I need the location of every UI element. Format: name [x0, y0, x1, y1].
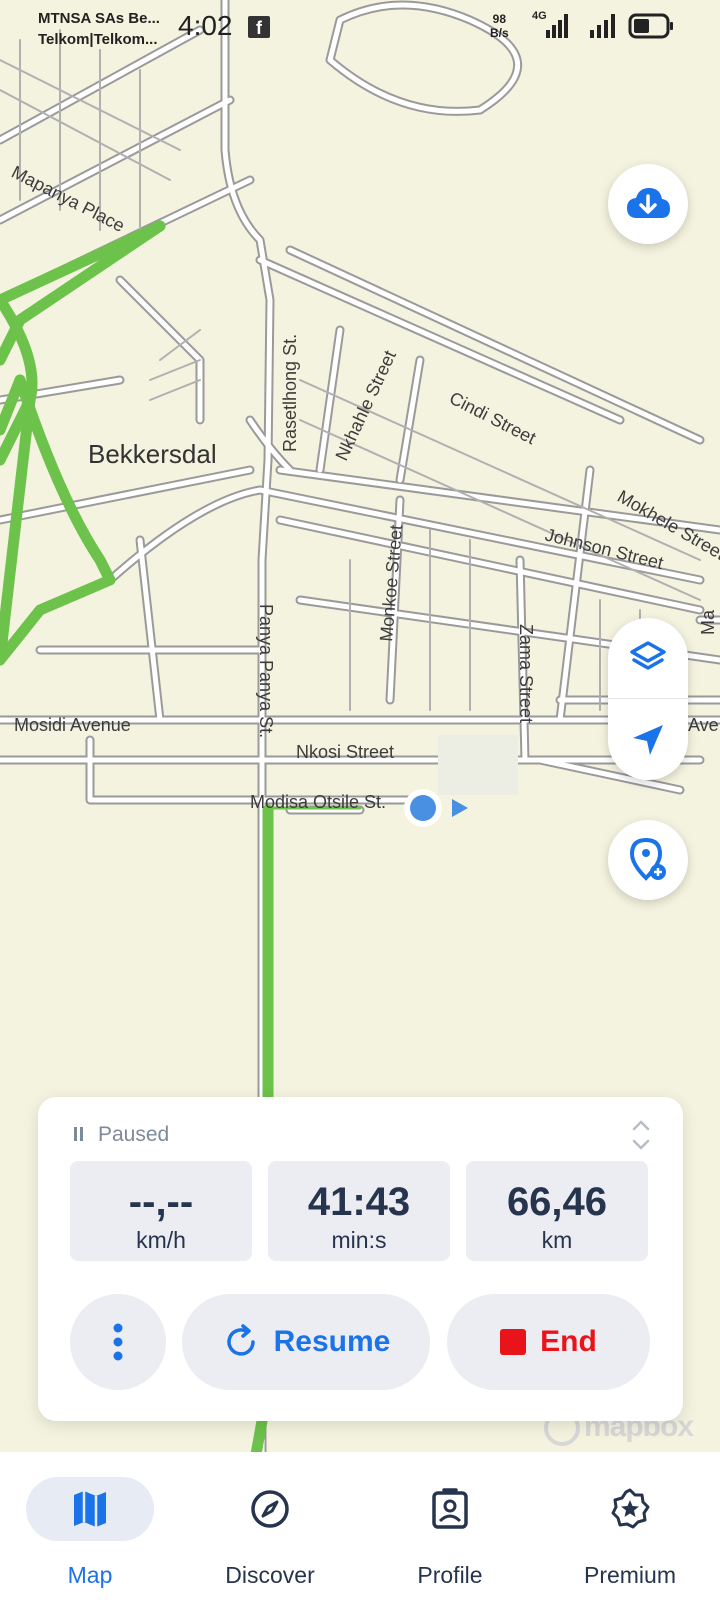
carrier-info: MTNSA SAs Be... Telkom|Telkom... — [38, 8, 160, 50]
map-label-street-8: Panya Panya St. — [256, 604, 276, 738]
add-poi-button[interactable] — [608, 820, 688, 900]
network-speed-unit: B/s — [490, 26, 509, 40]
map-control-stack — [608, 618, 688, 780]
network-speed: 98 B/s — [490, 12, 509, 40]
clock: 4:02 — [178, 10, 233, 41]
nav-label-map: Map — [67, 1562, 113, 1588]
map-label-street-9: Zama Street — [516, 624, 536, 723]
map-label-street-12: Nkosi Street — [296, 742, 394, 762]
map-icon — [74, 1491, 106, 1527]
nav-label-premium: Premium — [583, 1562, 676, 1588]
duration-value: 41:43 — [307, 1180, 411, 1224]
map-label-street-10: Mosidi Avenue — [14, 715, 131, 735]
profile-badge-icon — [432, 1488, 468, 1529]
control-divider — [608, 698, 688, 699]
distance-unit: km — [541, 1227, 573, 1253]
nav-item-discover[interactable]: Discover — [180, 1452, 360, 1612]
nav-label-profile: Profile — [417, 1562, 483, 1588]
nav-item-map[interactable]: Map — [0, 1452, 180, 1612]
pause-status-icon — [74, 1127, 84, 1141]
layers-button[interactable] — [608, 618, 688, 698]
stop-icon — [500, 1329, 527, 1355]
carrier-line-2: Telkom|Telkom... — [38, 31, 158, 48]
more-vertical-icon — [113, 1323, 123, 1361]
bottom-navigation: Map Discover Profile Premium — [0, 1452, 720, 1612]
nav-item-premium[interactable]: Premium — [540, 1452, 720, 1612]
duration-stat: 41:43 min:s — [268, 1161, 450, 1261]
more-options-button[interactable] — [70, 1294, 166, 1390]
speed-value: --,-- — [128, 1180, 194, 1224]
map-label-town: Bekkersdal — [88, 439, 217, 469]
speed-stat: --,-- km/h — [70, 1161, 252, 1261]
network-speed-value: 98 — [492, 12, 507, 26]
facebook-notification-icon: f — [248, 16, 270, 38]
end-label: End — [540, 1325, 597, 1358]
refresh-icon — [226, 1324, 255, 1356]
duration-unit: min:s — [331, 1227, 387, 1253]
navigation-arrow-icon — [633, 725, 663, 755]
cloud-download-icon — [627, 188, 670, 218]
signal-icon — [588, 10, 620, 45]
resume-label: Resume — [273, 1325, 391, 1358]
location-pin-add-icon — [629, 838, 666, 881]
map-label-street-2: Rasetlhong St. — [280, 334, 300, 452]
recording-state: Paused — [98, 1123, 170, 1146]
battery-icon — [628, 12, 676, 45]
locate-me-button[interactable] — [608, 700, 688, 780]
map-label-street-11: Ave — [688, 715, 719, 735]
resume-button[interactable]: Resume — [182, 1294, 430, 1390]
compass-icon — [251, 1490, 289, 1528]
layers-icon — [630, 641, 666, 670]
distance-value: 66,46 — [506, 1180, 608, 1224]
star-badge-icon — [611, 1488, 650, 1529]
carrier-line-1: MTNSA SAs Be... — [38, 10, 160, 27]
map-label-street-14: Ma — [698, 609, 718, 635]
recording-card: Paused --,-- km/h 41:43 min:s 66,46 km R… — [38, 1097, 683, 1421]
speed-unit: km/h — [136, 1227, 186, 1253]
map-label-street-13: Modisa Otsile St. — [250, 792, 386, 812]
status-bar: MTNSA SAs Be... Telkom|Telkom... 4:02 f … — [0, 0, 720, 60]
nav-label-discover: Discover — [225, 1562, 315, 1588]
end-button[interactable]: End — [447, 1294, 650, 1390]
distance-stat: 66,46 km — [466, 1161, 648, 1261]
expand-collapse-icon[interactable] — [630, 1115, 652, 1155]
download-map-button[interactable] — [608, 164, 688, 244]
nav-item-profile[interactable]: Profile — [360, 1452, 540, 1612]
